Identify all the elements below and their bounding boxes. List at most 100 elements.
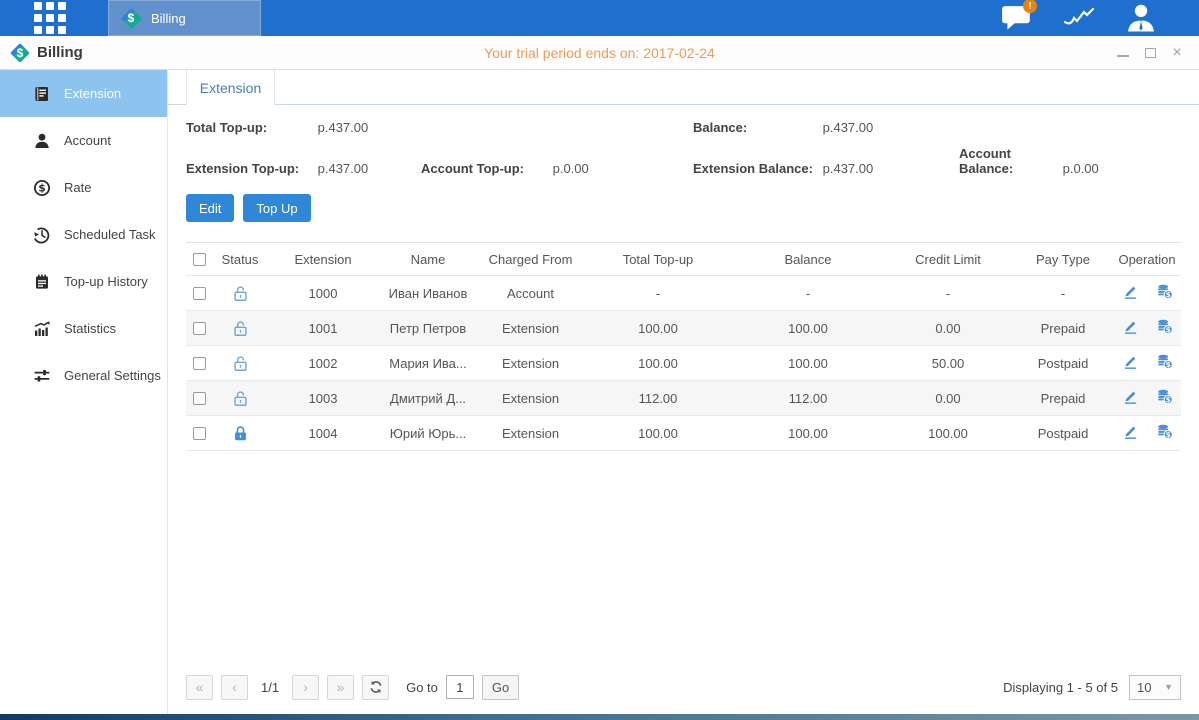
top-up-coins-icon[interactable]: $ [1156,423,1173,443]
next-page-button[interactable]: › [292,675,319,700]
table-row: 1004Юрий Юрь...Extension100.00100.00100.… [186,416,1181,451]
sidebar-item-label: Extension [64,86,121,101]
sidebar-item-rate[interactable]: $Rate [0,164,167,211]
desktop-edge-strip [0,714,1199,720]
unlocked-icon[interactable] [233,354,248,369]
column-header-operation: Operation [1113,252,1181,267]
last-page-button[interactable]: » [327,675,354,700]
page-title: Billing [37,44,83,61]
cell-charged-from: Account [478,286,583,301]
cell-credit-limit: 0.00 [883,391,1013,406]
goto-label: Go to [406,680,438,695]
table-row: 1002Мария Ива...Extension100.00100.0050.… [186,346,1181,381]
sidebar-item-extension[interactable]: Extension [0,70,167,117]
cell-credit-limit: 100.00 [883,426,1013,441]
column-header-total-top-up: Total Top-up [583,252,733,267]
cell-balance: 100.00 [733,321,883,336]
row-checkbox[interactable] [193,357,206,370]
sidebar-item-scheduled-task[interactable]: Scheduled Task [0,211,167,258]
cell-name: Мария Ива... [378,356,478,371]
cell-extension: 1002 [268,356,378,371]
top-up-button[interactable]: Top Up [243,194,310,222]
column-header-extension: Extension [268,252,378,267]
page-size-value: 10 [1137,680,1151,695]
cell-extension: 1001 [268,321,378,336]
select-all-checkbox[interactable] [193,253,206,266]
cell-balance: 100.00 [733,426,883,441]
cell-charged-from: Extension [478,426,583,441]
extension-table: StatusExtensionNameCharged FromTotal Top… [186,242,1181,451]
column-header-status: Status [212,252,268,267]
cell-name: Иван Иванов [378,286,478,301]
operation-cell: $ [1113,388,1181,408]
sidebar-item-label: Account [64,133,111,148]
app-grid-icon[interactable] [34,2,66,34]
cell-balance: - [733,286,883,301]
edit-icon[interactable] [1122,388,1139,408]
page-indicator: 1/1 [261,680,279,695]
cell-charged-from: Extension [478,321,583,336]
close-button[interactable]: × [1170,46,1184,60]
top-up-coins-icon[interactable]: $ [1156,353,1173,373]
cell-pay-type: Prepaid [1013,391,1113,406]
taskbar-tab-billing[interactable]: $ Billing [108,0,261,36]
unlocked-icon[interactable] [233,284,248,299]
tab-extension[interactable]: Extension [186,70,275,105]
cell-charged-from: Extension [478,356,583,371]
edit-icon[interactable] [1122,283,1139,303]
billing-summary: Total Top-up: p.437.00 Balance: p.437.00… [168,105,1199,176]
first-page-button[interactable]: « [186,675,213,700]
cell-extension: 1004 [268,426,378,441]
cell-total-top-up: - [583,286,733,301]
svg-text:$: $ [1165,360,1170,369]
column-header-credit-limit: Credit Limit [883,252,1013,267]
sidebar-item-statistics[interactable]: Statistics [0,305,167,352]
main-content: Extension Total Top-up: p.437.00 Balance… [168,70,1199,714]
notebook-icon [33,273,51,291]
go-button[interactable]: Go [482,675,519,700]
page-size-select[interactable]: 10 ▼ [1129,675,1181,700]
maximize-button[interactable] [1143,46,1157,60]
minimize-button[interactable] [1116,46,1130,60]
refresh-icon[interactable] [362,675,389,700]
sidebar-item-account[interactable]: Account [0,117,167,164]
top-up-coins-icon[interactable]: $ [1156,388,1173,408]
summary-account-top-up: Account Top-up: p.0.00 [421,161,693,176]
bar-chart-icon [33,320,51,338]
cell-name: Юрий Юрь... [378,426,478,441]
user-icon[interactable] [1125,5,1157,31]
table-row: 1001Петр ПетровExtension100.00100.000.00… [186,311,1181,346]
sliders-icon [33,367,51,385]
summary-extension-top-up: Extension Top-up: p.437.00 [186,161,421,176]
sidebar-item-top-up-history[interactable]: Top-up History [0,258,167,305]
table-row: 1003Дмитрий Д...Extension112.00112.000.0… [186,381,1181,416]
edit-icon[interactable] [1122,318,1139,338]
sidebar-item-general-settings[interactable]: General Settings [0,352,167,399]
monitor-chart-icon[interactable] [1063,5,1095,31]
action-buttons: Edit Top Up [168,176,1199,222]
edit-icon[interactable] [1122,423,1139,443]
row-checkbox[interactable] [193,287,206,300]
chat-icon[interactable]: ! [1001,5,1033,31]
goto-page-input[interactable] [446,675,474,699]
column-header-charged-from: Charged From [478,252,583,267]
tab-bar: Extension [168,70,1199,105]
row-checkbox[interactable] [193,322,206,335]
locked-icon[interactable] [233,424,248,439]
cell-total-top-up: 100.00 [583,426,733,441]
unlocked-icon[interactable] [233,319,248,334]
prev-page-button[interactable]: ‹ [221,675,248,700]
row-checkbox[interactable] [193,392,206,405]
dollar-circle-icon: $ [33,179,51,197]
edit-button[interactable]: Edit [186,194,234,222]
top-up-coins-icon[interactable]: $ [1156,283,1173,303]
edit-icon[interactable] [1122,353,1139,373]
cell-balance: 100.00 [733,356,883,371]
row-checkbox[interactable] [193,427,206,440]
chevron-down-icon: ▼ [1164,682,1173,692]
unlocked-icon[interactable] [233,389,248,404]
svg-text:$: $ [1165,290,1170,299]
top-up-coins-icon[interactable]: $ [1156,318,1173,338]
table-header-row: StatusExtensionNameCharged FromTotal Top… [186,242,1181,276]
cell-charged-from: Extension [478,391,583,406]
